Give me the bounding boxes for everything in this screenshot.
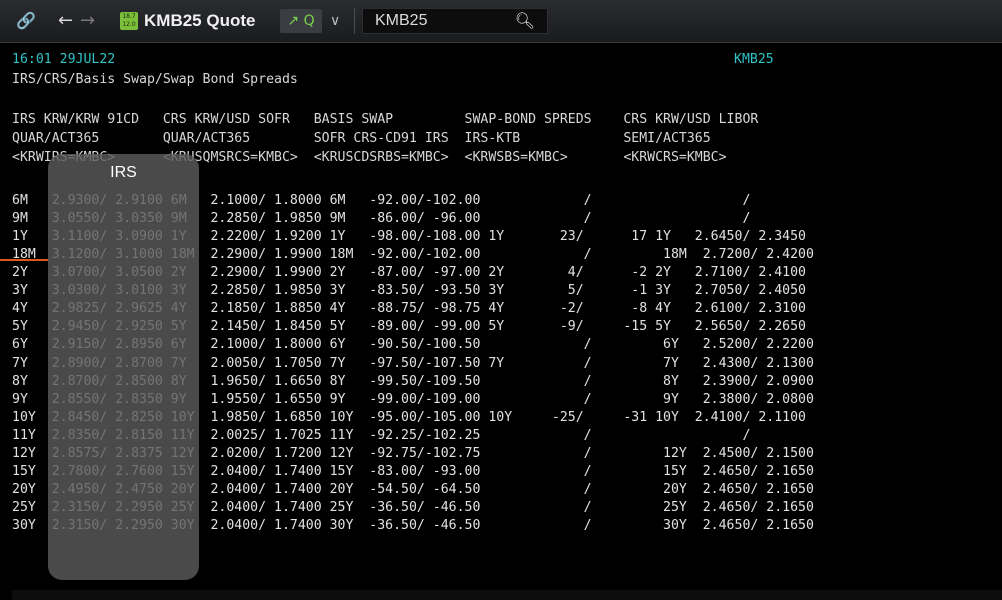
- irs-highlight-label: IRS: [110, 164, 137, 181]
- search-icon[interactable]: 🔍︎: [515, 9, 535, 33]
- column-header-line-2: QUAR/ACT365 QUAR/ACT365 SOFR CRS-CD91 IR…: [12, 131, 711, 146]
- toolbar: 🔗 ← → 18.7 12.0 KMB25 Quote ↗ Q ∨ KMB25 …: [0, 0, 1002, 43]
- search-box[interactable]: KMB25 🔍︎: [362, 8, 548, 34]
- link-icon[interactable]: 🔗: [16, 0, 36, 42]
- annotation-line: [0, 259, 48, 261]
- column-header-line-1: IRS KRW/KRW 91CD CRS KRW/USD SOFR BASIS …: [12, 112, 759, 127]
- status-strip: [12, 590, 1002, 600]
- page-subtitle: IRS/CRS/Basis Swap/Swap Bond Spreads: [12, 72, 298, 87]
- forward-arrow-icon[interactable]: →: [80, 0, 95, 42]
- quote-app-icon: 18.7 12.0: [120, 12, 138, 30]
- timestamp: 16:01 29JUL22: [12, 52, 116, 67]
- irs-highlight-overlay: [48, 154, 199, 580]
- ric-code: KMB25: [734, 52, 774, 67]
- search-input[interactable]: KMB25: [375, 9, 427, 33]
- quick-quote-button[interactable]: ↗ Q: [280, 9, 322, 33]
- chevron-down-icon[interactable]: ∨: [330, 0, 340, 42]
- window-title: KMB25 Quote: [144, 11, 256, 30]
- back-arrow-icon[interactable]: ←: [58, 0, 73, 42]
- toolbar-divider: [354, 8, 355, 34]
